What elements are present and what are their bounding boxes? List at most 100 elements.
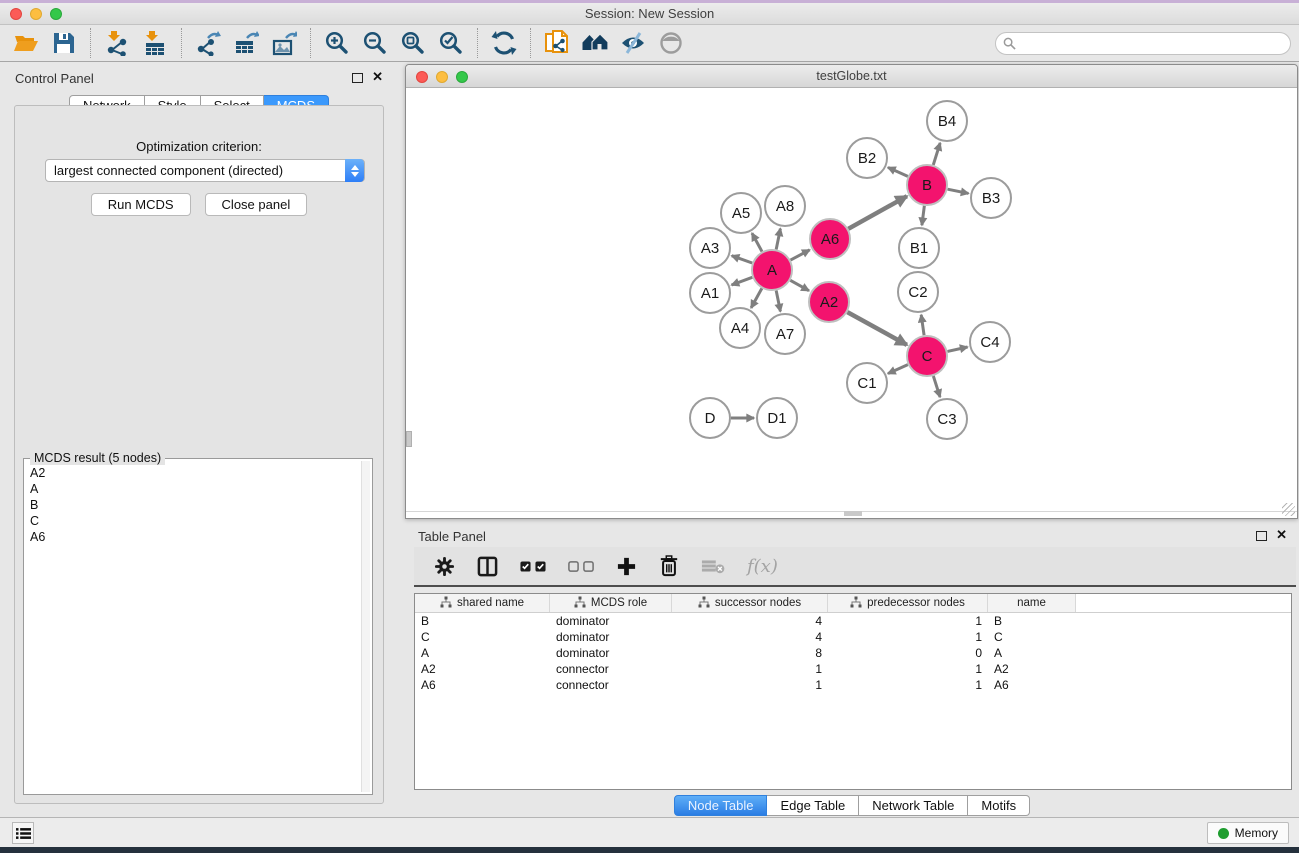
- window-resize-grip[interactable]: [1282, 503, 1295, 516]
- table-cell[interactable]: 8: [672, 645, 828, 661]
- node-A3[interactable]: A3: [690, 228, 730, 268]
- table-cell[interactable]: A6: [415, 677, 550, 693]
- tab-motifs[interactable]: Motifs: [968, 795, 1030, 816]
- run-mcds-button[interactable]: Run MCDS: [91, 193, 191, 216]
- mcds-result-scrollbar[interactable]: [361, 461, 370, 792]
- table-cell[interactable]: A2: [988, 661, 1076, 677]
- memory-button[interactable]: Memory: [1207, 822, 1289, 844]
- node-A6[interactable]: A6: [810, 219, 850, 259]
- network-minimize-button[interactable]: [436, 71, 448, 83]
- table-cell[interactable]: 1: [672, 661, 828, 677]
- delete-table-icon[interactable]: [701, 557, 725, 575]
- column-header-predecessor-nodes[interactable]: predecessor nodes: [828, 594, 988, 612]
- table-cell[interactable]: 1: [828, 677, 988, 693]
- node-B[interactable]: B: [907, 165, 947, 205]
- table-row[interactable]: Bdominator41B: [415, 613, 1291, 629]
- search-input[interactable]: [995, 32, 1291, 55]
- node-table-body[interactable]: Bdominator41BCdominator41CAdominator80AA…: [415, 613, 1291, 693]
- export-image-icon[interactable]: [270, 29, 298, 57]
- edge-A-A4[interactable]: [751, 288, 762, 307]
- table-cell[interactable]: B: [415, 613, 550, 629]
- network-zoom-button[interactable]: [456, 71, 468, 83]
- table-cell[interactable]: A2: [415, 661, 550, 677]
- table-row[interactable]: A6connector11A6: [415, 677, 1291, 693]
- edge-A-A7[interactable]: [776, 291, 780, 312]
- edge-A-A6[interactable]: [791, 250, 810, 260]
- show-view-icon[interactable]: [657, 29, 685, 57]
- mcds-result-item[interactable]: A6: [26, 529, 360, 545]
- close-panel-button[interactable]: Close panel: [205, 193, 308, 216]
- table-cell[interactable]: dominator: [550, 613, 672, 629]
- zoom-out-icon[interactable]: [361, 29, 389, 57]
- table-cell[interactable]: connector: [550, 677, 672, 693]
- optimization-criterion-dropdown[interactable]: largest connected component (directed): [45, 159, 365, 182]
- table-cell[interactable]: A6: [988, 677, 1076, 693]
- edge-A-A3[interactable]: [732, 256, 753, 263]
- table-cell[interactable]: B: [988, 613, 1076, 629]
- table-cell[interactable]: dominator: [550, 645, 672, 661]
- node-D1[interactable]: D1: [757, 398, 797, 438]
- home-icon[interactable]: [581, 29, 609, 57]
- close-panel-icon[interactable]: ✕: [372, 69, 383, 85]
- network-canvas[interactable]: B4B2BB3A5A8A6A3B1AA1C2A2A4A7C4CC1C3DD1: [406, 88, 1297, 518]
- node-B4[interactable]: B4: [927, 101, 967, 141]
- edge-C-C4[interactable]: [947, 347, 967, 351]
- import-network-icon[interactable]: [103, 29, 131, 57]
- tab-node-table[interactable]: Node Table: [674, 795, 768, 816]
- node-table[interactable]: shared nameMCDS rolesuccessor nodesprede…: [414, 593, 1292, 790]
- column-header-successor-nodes[interactable]: successor nodes: [672, 594, 828, 612]
- share-session-icon[interactable]: [543, 29, 571, 57]
- edge-A-A8[interactable]: [776, 229, 780, 250]
- table-cell[interactable]: 1: [672, 677, 828, 693]
- node-A8[interactable]: A8: [765, 186, 805, 226]
- column-header-MCDS-role[interactable]: MCDS role: [550, 594, 672, 612]
- edge-B-B2[interactable]: [888, 167, 908, 176]
- mcds-result-item[interactable]: A: [26, 481, 360, 497]
- mcds-result-item[interactable]: A2: [26, 465, 360, 481]
- minimize-window-button[interactable]: [30, 8, 42, 20]
- edge-A-A2[interactable]: [790, 280, 809, 290]
- refresh-icon[interactable]: [490, 29, 518, 57]
- tab-edge-table[interactable]: Edge Table: [767, 795, 859, 816]
- edge-A2-C[interactable]: [847, 312, 906, 345]
- table-cell[interactable]: C: [415, 629, 550, 645]
- edge-A-A5[interactable]: [752, 233, 762, 251]
- column-header-shared-name[interactable]: shared name: [415, 594, 550, 612]
- zoom-fit-icon[interactable]: [399, 29, 427, 57]
- table-cell[interactable]: 0: [828, 645, 988, 661]
- node-D[interactable]: D: [690, 398, 730, 438]
- table-close-panel-icon[interactable]: ✕: [1276, 527, 1287, 543]
- table-cell[interactable]: 4: [672, 629, 828, 645]
- deselect-all-checkboxes-icon[interactable]: [568, 561, 594, 572]
- table-row[interactable]: Adominator80A: [415, 645, 1291, 661]
- mcds-result-item[interactable]: B: [26, 497, 360, 513]
- float-panel-icon[interactable]: [352, 73, 363, 83]
- table-row[interactable]: Cdominator41C: [415, 629, 1291, 645]
- table-cell[interactable]: 1: [828, 629, 988, 645]
- node-A2[interactable]: A2: [809, 282, 849, 322]
- table-cell[interactable]: A: [415, 645, 550, 661]
- task-history-button[interactable]: [12, 822, 34, 844]
- network-hscroll-thumb[interactable]: [844, 511, 862, 516]
- node-B2[interactable]: B2: [847, 138, 887, 178]
- table-cell[interactable]: C: [988, 629, 1076, 645]
- network-graph[interactable]: B4B2BB3A5A8A6A3B1AA1C2A2A4A7C4CC1C3DD1: [406, 88, 1297, 518]
- table-cell[interactable]: A: [988, 645, 1076, 661]
- mcds-result-list[interactable]: A2ABCA6: [26, 465, 360, 792]
- import-table-icon[interactable]: [141, 29, 169, 57]
- node-table-header[interactable]: shared nameMCDS rolesuccessor nodesprede…: [415, 594, 1291, 613]
- node-A[interactable]: A: [752, 250, 792, 290]
- save-session-icon[interactable]: [50, 29, 78, 57]
- node-C4[interactable]: C4: [970, 322, 1010, 362]
- node-C1[interactable]: C1: [847, 363, 887, 403]
- edge-B-B4[interactable]: [933, 143, 940, 165]
- table-cell[interactable]: dominator: [550, 629, 672, 645]
- close-window-button[interactable]: [10, 8, 22, 20]
- node-B1[interactable]: B1: [899, 228, 939, 268]
- zoom-selected-icon[interactable]: [437, 29, 465, 57]
- export-table-icon[interactable]: [232, 29, 260, 57]
- tab-network-table[interactable]: Network Table: [859, 795, 968, 816]
- delete-column-icon[interactable]: [659, 555, 679, 577]
- node-C3[interactable]: C3: [927, 399, 967, 439]
- node-B3[interactable]: B3: [971, 178, 1011, 218]
